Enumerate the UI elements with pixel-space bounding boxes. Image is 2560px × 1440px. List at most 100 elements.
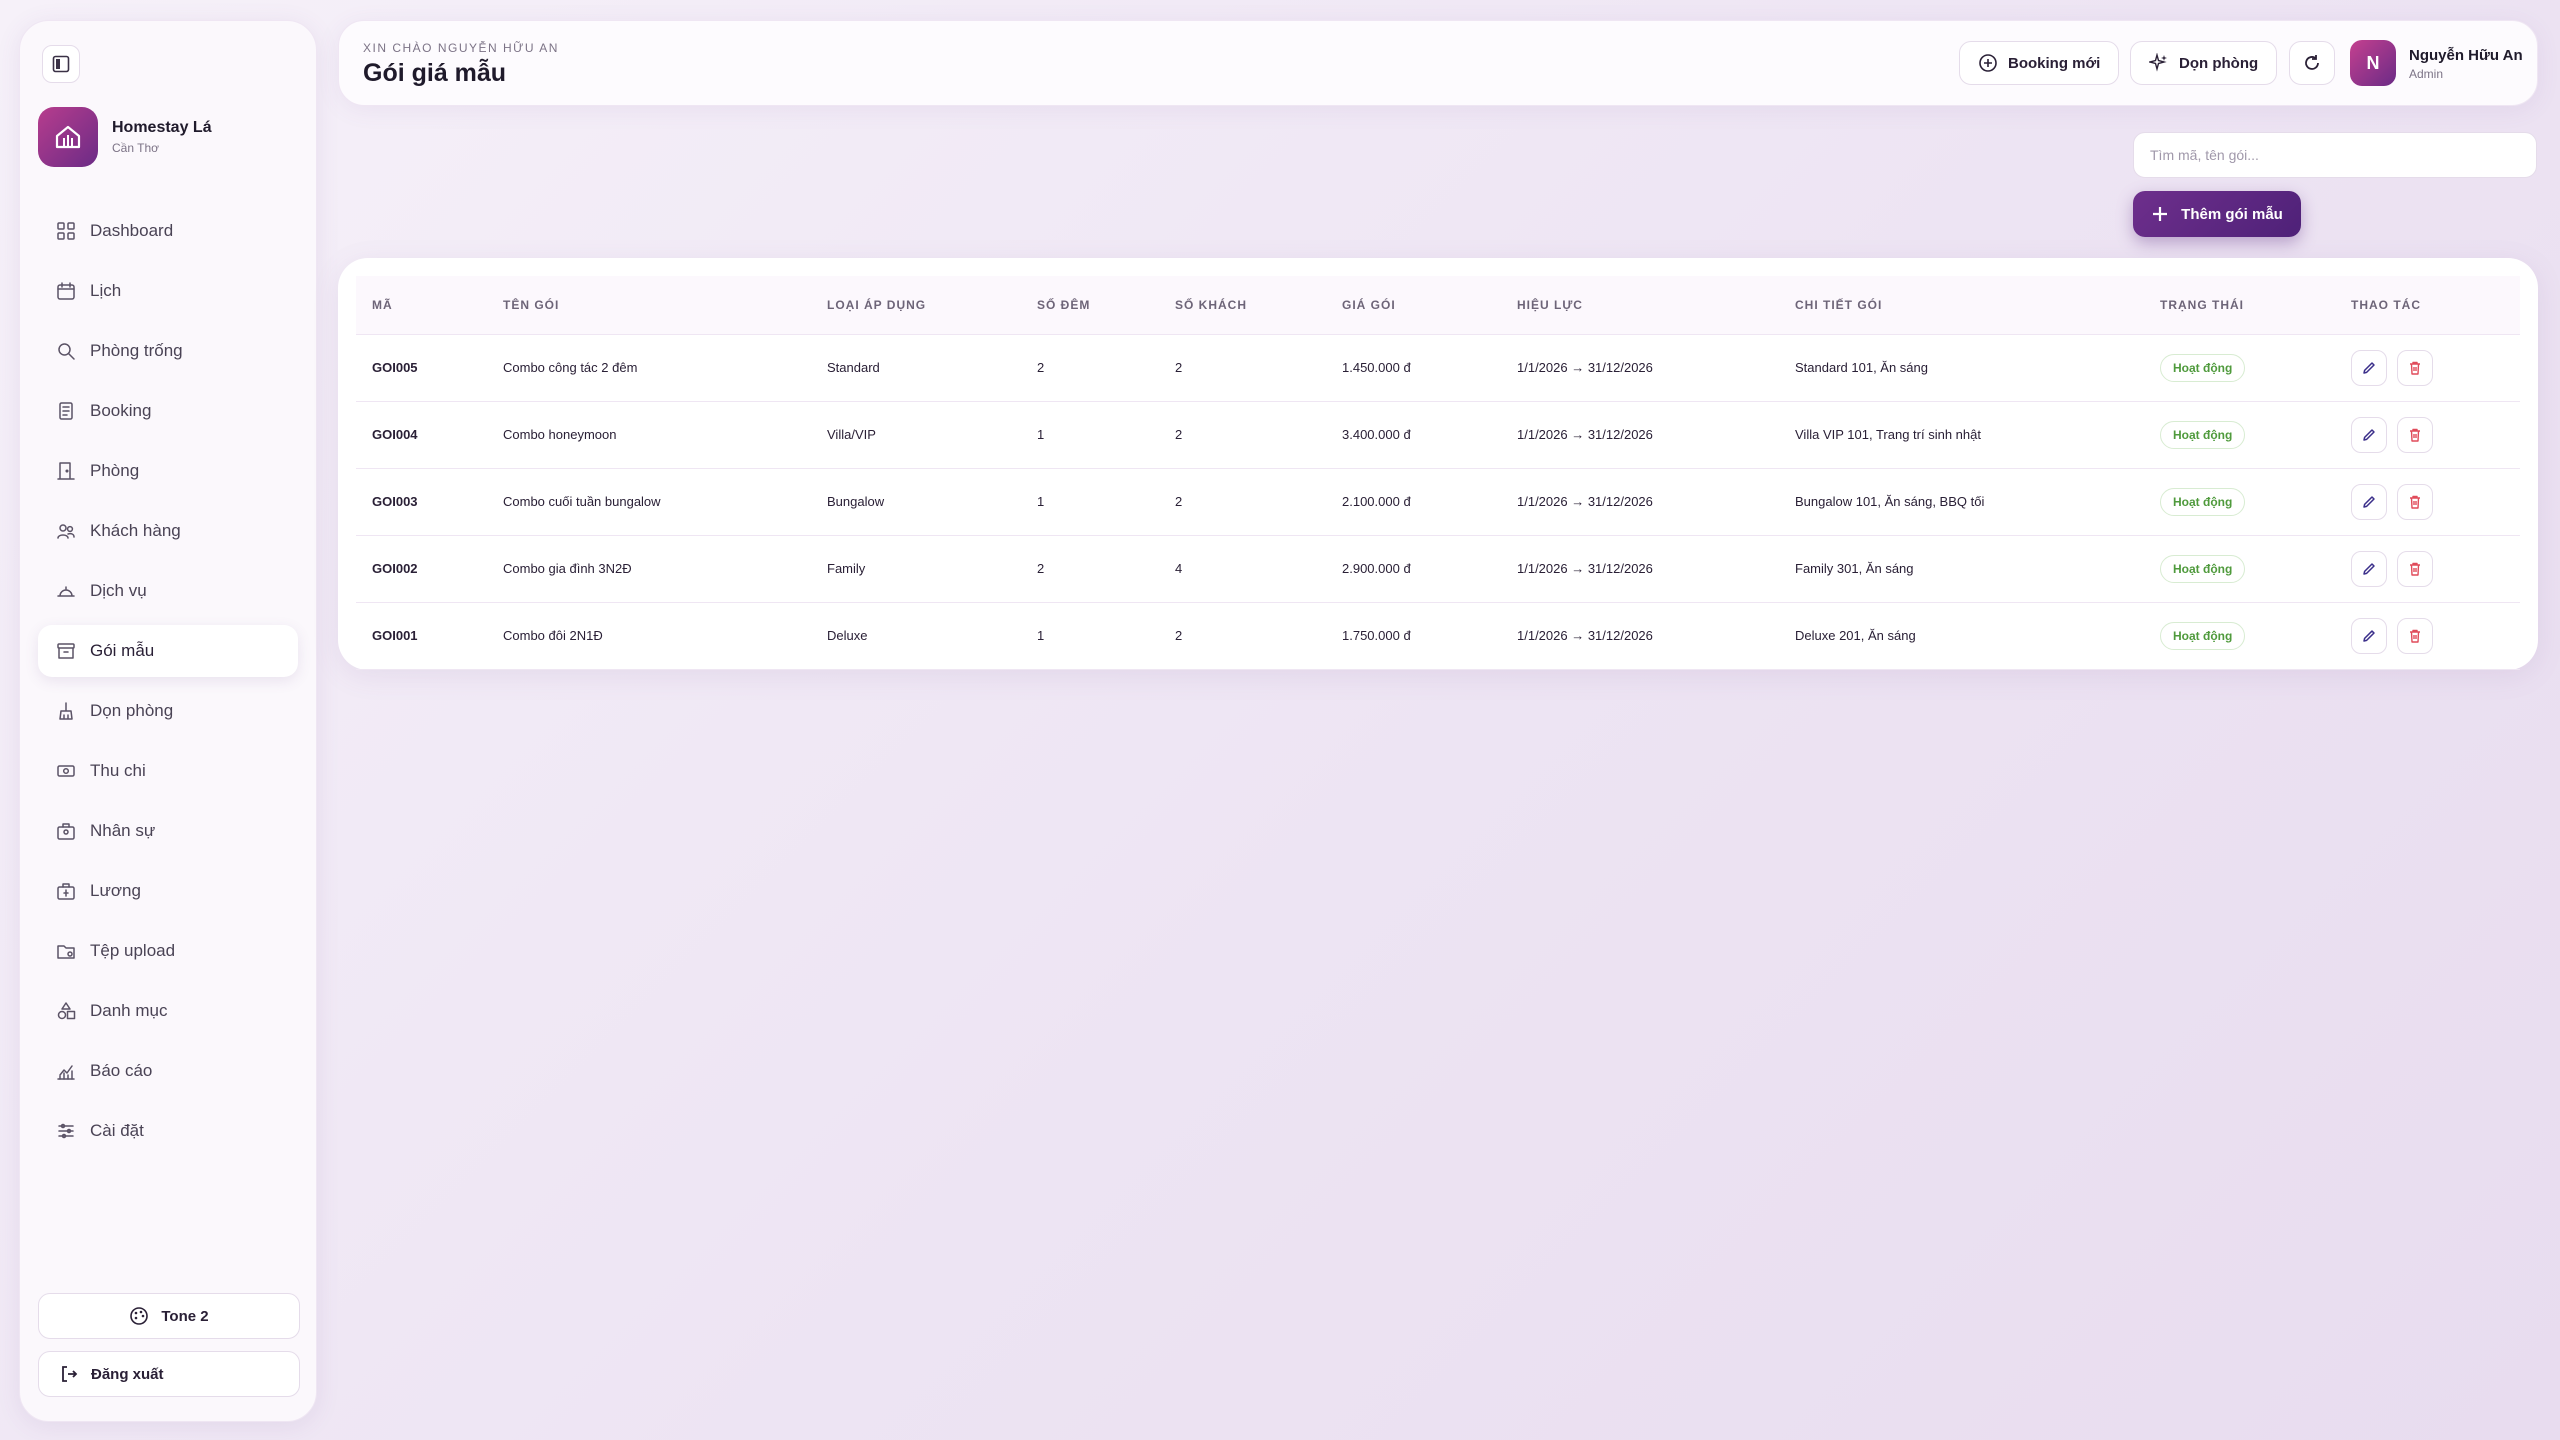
sidebar-item-label: Cài đặt [90,1121,144,1140]
cell-code: GOI004 [356,401,487,469]
edit-button[interactable] [2351,617,2387,654]
edit-button[interactable] [2351,416,2387,453]
new-booking-button[interactable]: Booking mới [1959,41,2120,85]
sidebar-item-15[interactable]: Cài đặt [38,1105,298,1157]
status-badge: Hoạt động [2160,554,2246,583]
user-avatar[interactable]: N [2350,40,2396,86]
tone-label: Tone 2 [161,1307,209,1325]
sidebar-item-label: Booking [90,401,152,420]
plus-icon [2153,207,2168,221]
column-header: GIÁ GÓI [1326,276,1501,335]
table-row[interactable]: GOI004 Combo honeymoon Villa/VIP 1 2 3.400.00… [356,401,2520,469]
cell-details: Standard 101, Ăn sáng [1779,334,2144,402]
pencil-icon [2363,629,2375,642]
sidebar-item-5[interactable]: Khách hàng [38,505,298,557]
brand: Homestay Lá Cần Thơ [38,107,212,167]
sidebar-item-9[interactable]: Thu chi [38,745,298,797]
cell-status: Hoạt động [2144,602,2335,670]
service-icon [56,581,76,601]
dashboard-icon [56,221,76,241]
tone-button[interactable]: Tone 2 [38,1293,300,1339]
sidebar-toggle-button[interactable] [42,45,80,83]
search-input[interactable] [2133,132,2537,178]
top-header: XIN CHÀO NGUYỄN HỮU AN Gói giá mẫu Booki… [338,20,2538,106]
cleaning-button[interactable]: Dọn phòng [2130,41,2278,85]
table-row[interactable]: GOI005 Combo công tác 2 đêm Standard 2 2 1.45… [356,334,2520,402]
user-role: Admin [2409,67,2444,81]
cell-name: Combo gia đình 3N2Đ [487,535,811,603]
cell-nights: 1 [1021,468,1159,536]
plus-circle-icon [1979,54,1997,72]
search-icon [56,341,76,361]
sidebar-item-12[interactable]: Tệp upload [38,925,298,977]
row-actions [2351,550,2520,587]
cell-type: Deluxe [811,602,1021,670]
sidebar-nav: Dashboard Lịch Phòng trống Booking Phòng Khác… [38,205,298,1165]
cell-type: Villa/VIP [811,401,1021,469]
greeting-text: XIN CHÀO NGUYỄN HỮU AN [363,41,559,55]
column-header: TÊN GÓI [487,276,811,335]
delete-button[interactable] [2397,416,2433,453]
trash-icon [2410,361,2420,375]
cell-details: Villa VIP 101, Trang trí sinh nhật [1779,401,2144,469]
sidebar-item-4[interactable]: Phòng [38,445,298,497]
cell-nights: 1 [1021,602,1159,670]
cell-valid: 1/1/2026 → 31/12/2026 [1501,535,1779,603]
column-header: THAO TÁC [2335,276,2520,335]
table-row[interactable]: GOI003 Combo cuối tuần bungalow Bungalow 1 2… [356,468,2520,536]
cell-code: GOI005 [356,334,487,402]
cell-status: Hoạt động [2144,535,2335,603]
sidebar-item-6[interactable]: Dịch vụ [38,565,298,617]
cell-guests: 4 [1159,535,1326,603]
cell-details: Deluxe 201, Ăn sáng [1779,602,2144,670]
delete-button[interactable] [2397,483,2433,520]
sidebar-item-11[interactable]: Lương [38,865,298,917]
add-package-button[interactable]: Thêm gói mẫu [2133,191,2301,237]
pencil-icon [2363,495,2375,508]
sidebar-item-label: Dashboard [90,221,174,240]
delete-button[interactable] [2397,550,2433,587]
sidebar-toggle-icon [52,55,70,73]
edit-button[interactable] [2351,550,2387,587]
row-actions [2351,416,2520,453]
edit-button[interactable] [2351,349,2387,386]
cell-valid: 1/1/2026 → 31/12/2026 [1501,468,1779,536]
delete-button[interactable] [2397,349,2433,386]
cleaning-label: Dọn phòng [2179,54,2259,72]
pencil-icon [2363,361,2375,374]
sidebar-item-10[interactable]: Nhân sự [38,805,298,857]
column-header: LOẠI ÁP DỤNG [811,276,1021,335]
cell-type: Bungalow [811,468,1021,536]
sidebar-item-14[interactable]: Báo cáo [38,1045,298,1097]
broom-icon [56,701,76,721]
edit-button[interactable] [2351,483,2387,520]
refresh-button[interactable] [2289,41,2335,85]
status-badge: Hoạt động [2160,353,2246,382]
calendar-icon [56,281,76,301]
sidebar: Homestay Lá Cần Thơ Dashboard Lịch Phòng t… [19,20,317,1422]
table-row[interactable]: GOI002 Combo gia đình 3N2Đ Family 2 4 2.900.0… [356,535,2520,603]
logout-button[interactable]: Đăng xuất [38,1351,300,1397]
sidebar-item-2[interactable]: Phòng trống [38,325,298,377]
cell-valid: 1/1/2026 → 31/12/2026 [1501,334,1779,402]
cell-code: GOI002 [356,535,487,603]
palette-icon [130,1307,149,1325]
users-icon [56,521,76,541]
cell-guests: 2 [1159,468,1326,536]
sidebar-item-label: Nhân sự [90,821,156,840]
sidebar-item-1[interactable]: Lịch [38,265,298,317]
staff-icon [56,821,76,841]
table-row[interactable]: GOI001 Combo đôi 2N1Đ Deluxe 1 2 1.750.000 đ1… [356,602,2520,670]
sidebar-item-8[interactable]: Dọn phòng [38,685,298,737]
sidebar-item-13[interactable]: Danh mục [38,985,298,1037]
sidebar-item-0[interactable]: Dashboard [38,205,298,257]
logout-label: Đăng xuất [91,1365,164,1383]
sidebar-item-3[interactable]: Booking [38,385,298,437]
cell-actions [2335,334,2520,402]
cell-valid: 1/1/2026 → 31/12/2026 [1501,401,1779,469]
delete-button[interactable] [2397,617,2433,654]
cell-details: Bungalow 101, Ăn sáng, BBQ tối [1779,468,2144,536]
column-header: CHI TIẾT GÓI [1779,276,2144,335]
sidebar-item-7[interactable]: Gói mẫu [38,625,298,677]
sidebar-item-label: Thu chi [90,761,146,780]
